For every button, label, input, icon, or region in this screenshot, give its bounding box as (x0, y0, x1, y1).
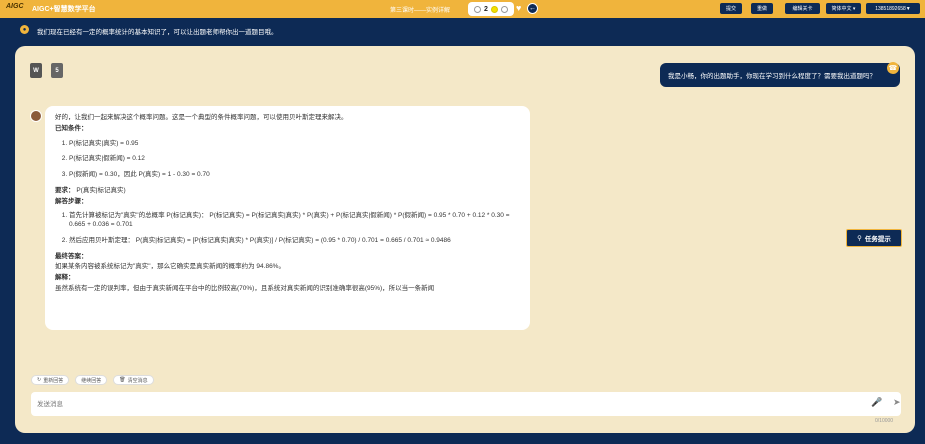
bell-icon: ● (20, 25, 29, 34)
task-hint-button[interactable]: ⚲ 任务提示 (846, 229, 902, 247)
word-file-icon[interactable]: W (30, 63, 42, 78)
known-item: P(标记真实|真实) = 0.95 (69, 140, 520, 149)
known-item: P(假新闻) = 0.30，因此 P(真实) = 1 - 0.30 = 0.70 (69, 171, 520, 180)
submit-button[interactable]: 提交 (720, 3, 742, 14)
trash-icon: 🗑 (119, 377, 126, 383)
next-page-dot[interactable] (500, 5, 508, 13)
continue-button[interactable]: 继续回答 (75, 375, 108, 385)
step-item: 然后应用贝叶斯定理： P(真实|标记真实) = [P(标记真实|真实) * P(… (69, 237, 520, 246)
language-select[interactable]: 简体中文 ▾ (826, 3, 861, 14)
lightbulb-icon: ⚲ (857, 235, 862, 242)
step-item: 首先计算被标记为"真实"的总概率 P(标记真实)： P(标记真实) = P(标记… (69, 212, 520, 230)
microphone-icon[interactable]: 🎤 (871, 397, 882, 408)
steps-list: 首先计算被标记为"真实"的总概率 P(标记真实)： P(标记真实) = P(标记… (69, 212, 520, 245)
user-message-bubble: 我是小畅，你的出题助手，你现在学习到什么程度了？需要我出道题吗？ (660, 63, 900, 87)
app-logo: AIGC (6, 3, 24, 10)
message-input[interactable] (37, 393, 817, 415)
chat-panel: W 5 我是小畅，你的出题助手，你现在学习到什么程度了？需要我出道题吗？ ☎ 好… (15, 46, 915, 433)
ai-intro: 好的，让我们一起来解决这个概率问题。这是一个典型的条件概率问题，可以使用贝叶斯定… (55, 114, 348, 121)
html5-file-icon[interactable]: 5 (51, 63, 63, 78)
page-selector[interactable]: 2 (468, 2, 514, 16)
edit-level-button[interactable]: 编辑关卡 (785, 3, 820, 14)
current-page-dot[interactable] (490, 5, 498, 13)
require-value: P(真实|标记真实) (76, 186, 126, 194)
page-number: 2 (484, 5, 488, 13)
continue-label: 继续回答 (81, 377, 102, 384)
explain-text: 虽然系统有一定的误判率，但由于真实新闻在平台中的比例较高(70%)，且系统对真实… (55, 284, 435, 292)
prev-page-dot[interactable] (474, 5, 482, 13)
message-actions: ↻ 重新回答 继续回答 🗑 清空消息 (31, 375, 154, 385)
task-hint-label: 任务提示 (864, 236, 891, 243)
known-title: 已知条件： (55, 124, 88, 132)
known-item: P(标记真实|假新闻) = 0.12 (69, 155, 520, 164)
back-arrow-icon[interactable]: ← (527, 3, 538, 14)
user-account-button[interactable]: 13851892658▼ (866, 3, 920, 14)
requirement: 要求： P(真实|标记真实) (55, 187, 520, 196)
heart-icon[interactable]: ♥ (516, 3, 521, 13)
steps-title: 解答步骤： (55, 197, 88, 205)
lesson-title: 第三课时——实例详解 (390, 8, 451, 14)
ai-message-bubble: 好的，让我们一起来解决这个概率问题。这是一个典型的条件概率问题，可以使用贝叶斯定… (45, 106, 530, 330)
explain-title: 解释： (55, 274, 75, 282)
notice-bar: ● 我们现在已经有一定的概率统计的基本知识了，可以让出题老师帮你出一道题目哦。 (0, 18, 925, 42)
notice-text: 我们现在已经有一定的概率统计的基本知识了，可以让出题老师帮你出一道题目哦。 (37, 29, 278, 36)
send-icon[interactable]: ➤ (893, 397, 901, 408)
clear-label: 清空消息 (127, 377, 148, 384)
top-bar: AIGC AIGC+智慧数学平台 第三课时——实例详解 2 ♥ ← 提交 重做 … (0, 0, 925, 18)
ai-avatar (30, 110, 42, 122)
known-list: P(标记真实|真实) = 0.95 P(标记真实|假新闻) = 0.12 P(假… (69, 140, 520, 180)
refresh-icon: ↻ (37, 377, 42, 383)
message-input-box: 🎤 ➤ (31, 392, 901, 416)
regenerate-button[interactable]: ↻ 重新回答 (31, 375, 70, 385)
final-text: 如果某条内容被系统标记为"真实"，那么它确实是真实新闻的概率约为 94.86%。 (55, 263, 285, 271)
clear-messages-button[interactable]: 🗑 清空消息 (113, 375, 154, 385)
char-counter: 0/10000 (875, 418, 894, 424)
require-label: 要求： (55, 186, 75, 194)
assistant-phone-icon: ☎ (887, 62, 899, 74)
user-message-text: 我是小畅，你的出题助手，你现在学习到什么程度了？需要我出道题吗？ (668, 73, 876, 80)
final-title: 最终答案： (55, 252, 88, 260)
redo-button[interactable]: 重做 (751, 3, 773, 14)
app-title: AIGC+智慧数学平台 (32, 6, 96, 13)
regenerate-label: 重新回答 (43, 377, 64, 384)
